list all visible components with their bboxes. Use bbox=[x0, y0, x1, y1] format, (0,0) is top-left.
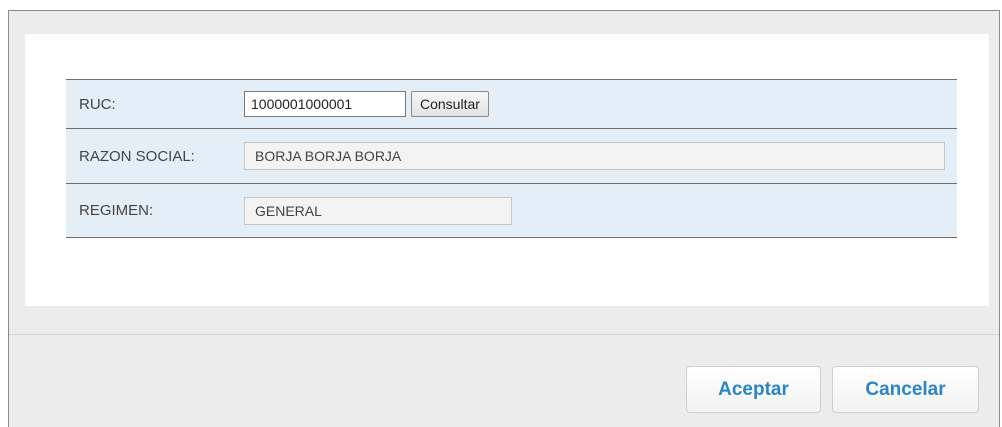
razon-social-label: RAZON SOCIAL: bbox=[79, 147, 195, 165]
ruc-row: RUC: Consultar bbox=[66, 80, 957, 128]
aceptar-button[interactable]: Aceptar bbox=[686, 366, 821, 413]
dialog: RUC: Consultar RAZON SOCIAL: BORJA BORJA… bbox=[8, 10, 1000, 427]
regimen-label: REGIMEN: bbox=[79, 202, 154, 219]
ruc-label: RUC: bbox=[79, 95, 116, 113]
regimen-field: GENERAL bbox=[244, 196, 512, 225]
consultar-button[interactable]: Consultar bbox=[411, 91, 489, 117]
form-table: RUC: Consultar RAZON SOCIAL: BORJA BORJA… bbox=[66, 79, 957, 238]
footer-separator bbox=[9, 334, 999, 335]
razon-social-row: RAZON SOCIAL: BORJA BORJA BORJA bbox=[66, 128, 957, 183]
dialog-content: RUC: Consultar RAZON SOCIAL: BORJA BORJA… bbox=[25, 34, 989, 306]
ruc-input[interactable] bbox=[244, 91, 406, 117]
cancelar-button[interactable]: Cancelar bbox=[832, 366, 979, 413]
regimen-row: REGIMEN: GENERAL bbox=[66, 183, 957, 237]
razon-social-field: BORJA BORJA BORJA bbox=[244, 142, 945, 170]
